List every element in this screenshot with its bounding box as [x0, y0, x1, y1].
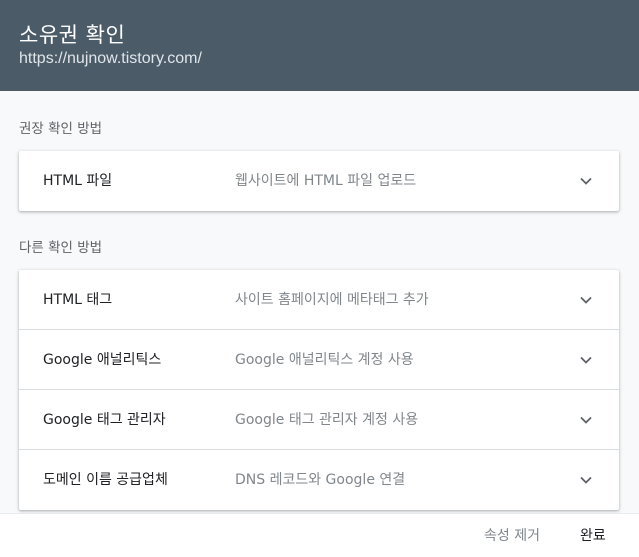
chevron-down-icon[interactable] — [579, 353, 593, 367]
recommended-section-label: 권장 확인 방법 — [19, 121, 103, 137]
other-methods-card: HTML 태그 사이트 홈페이지에 메타태그 추가 Google 애널리틱스 G… — [19, 270, 619, 510]
method-name: HTML 파일 — [43, 173, 113, 189]
method-description: Google 애널리틱스 계정 사용 — [235, 352, 414, 368]
property-url: https://nujnow.tistory.com/ — [19, 50, 202, 67]
dialog-header: 소유권 확인 https://nujnow.tistory.com/ — [0, 0, 639, 91]
method-row-domain-provider[interactable]: 도메인 이름 공급업체 DNS 레코드와 Google 연결 — [19, 450, 619, 510]
method-description: 사이트 홈페이지에 메타태그 추가 — [235, 292, 429, 308]
method-row-html-file[interactable]: HTML 파일 웹사이트에 HTML 파일 업로드 — [19, 151, 619, 211]
method-description: 웹사이트에 HTML 파일 업로드 — [235, 173, 417, 189]
done-button[interactable]: 완료 — [580, 514, 606, 557]
chevron-down-icon[interactable] — [579, 293, 593, 307]
method-row-html-tag[interactable]: HTML 태그 사이트 홈페이지에 메타태그 추가 — [19, 270, 619, 330]
chevron-down-icon[interactable] — [579, 473, 593, 487]
chevron-down-icon[interactable] — [579, 174, 593, 188]
method-name: Google 태그 관리자 — [43, 412, 166, 428]
other-section-label: 다른 확인 방법 — [19, 240, 103, 256]
method-row-google-tag-manager[interactable]: Google 태그 관리자 Google 태그 관리자 계정 사용 — [19, 390, 619, 450]
recommended-methods-card: HTML 파일 웹사이트에 HTML 파일 업로드 — [19, 151, 619, 211]
dialog-footer: 속성 제거 완료 — [0, 513, 639, 557]
method-row-google-analytics[interactable]: Google 애널리틱스 Google 애널리틱스 계정 사용 — [19, 330, 619, 390]
method-description: DNS 레코드와 Google 연결 — [235, 472, 406, 488]
method-description: Google 태그 관리자 계정 사용 — [235, 412, 419, 428]
dialog-title: 소유권 확인 — [19, 23, 126, 47]
chevron-down-icon[interactable] — [579, 413, 593, 427]
method-name: Google 애널리틱스 — [43, 352, 162, 368]
ownership-verification-dialog: 소유권 확인 https://nujnow.tistory.com/ 권장 확인… — [0, 0, 639, 557]
method-name: HTML 태그 — [43, 292, 113, 308]
remove-property-button[interactable]: 속성 제거 — [484, 514, 540, 557]
method-name: 도메인 이름 공급업체 — [43, 472, 168, 488]
